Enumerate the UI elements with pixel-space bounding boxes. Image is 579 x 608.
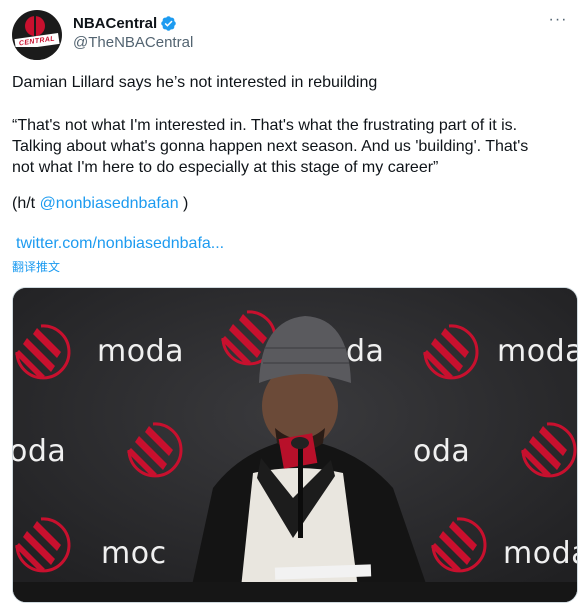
author-handle[interactable]: @TheNBACentral xyxy=(73,34,193,51)
tweet-quote: “That's not what I'm interested in. That… xyxy=(12,115,578,178)
tweet-url-link[interactable]: twitter.com/nonbiasednbafa... xyxy=(16,235,224,253)
hat-tip-suffix: ) xyxy=(178,195,189,212)
hat-tip-prefix: (h/t xyxy=(12,195,40,212)
hat-tip: (h/t @nonbiasednbafan ) xyxy=(12,195,188,213)
author-display-name[interactable]: NBACentral xyxy=(73,15,157,32)
quote-line: Talking about what's gonna happen next s… xyxy=(12,138,529,155)
backdrop-logo-text: oda xyxy=(12,434,67,469)
quote-line: “That's not what I'm interested in. That… xyxy=(12,117,518,134)
more-options-icon[interactable]: ··· xyxy=(547,10,569,30)
video-thumbnail[interactable]: moda da moda oda oda moda moc moda xyxy=(12,287,578,603)
tweet-headline: Damian Lillard says he’s not interested … xyxy=(12,74,378,91)
verified-badge-icon xyxy=(161,15,176,31)
basketball-icon xyxy=(25,16,45,36)
backdrop-logo-text: moda xyxy=(497,334,578,369)
backdrop-logo-text: oda xyxy=(413,434,471,469)
translate-tweet-link[interactable]: 翻译推文 xyxy=(12,258,60,275)
quote-line: not what I'm here to do especially at th… xyxy=(12,159,439,176)
author-name-row: NBACentral xyxy=(73,13,177,33)
mention-link[interactable]: @nonbiasednbafan xyxy=(40,195,179,212)
backdrop-logo-text: da xyxy=(346,334,385,369)
backdrop-logo-text: moda xyxy=(97,334,185,369)
backdrop-logo-text: moda xyxy=(503,536,577,571)
backdrop-logo-text: moc xyxy=(101,536,167,571)
account-avatar[interactable]: CENTRAL xyxy=(12,10,62,60)
